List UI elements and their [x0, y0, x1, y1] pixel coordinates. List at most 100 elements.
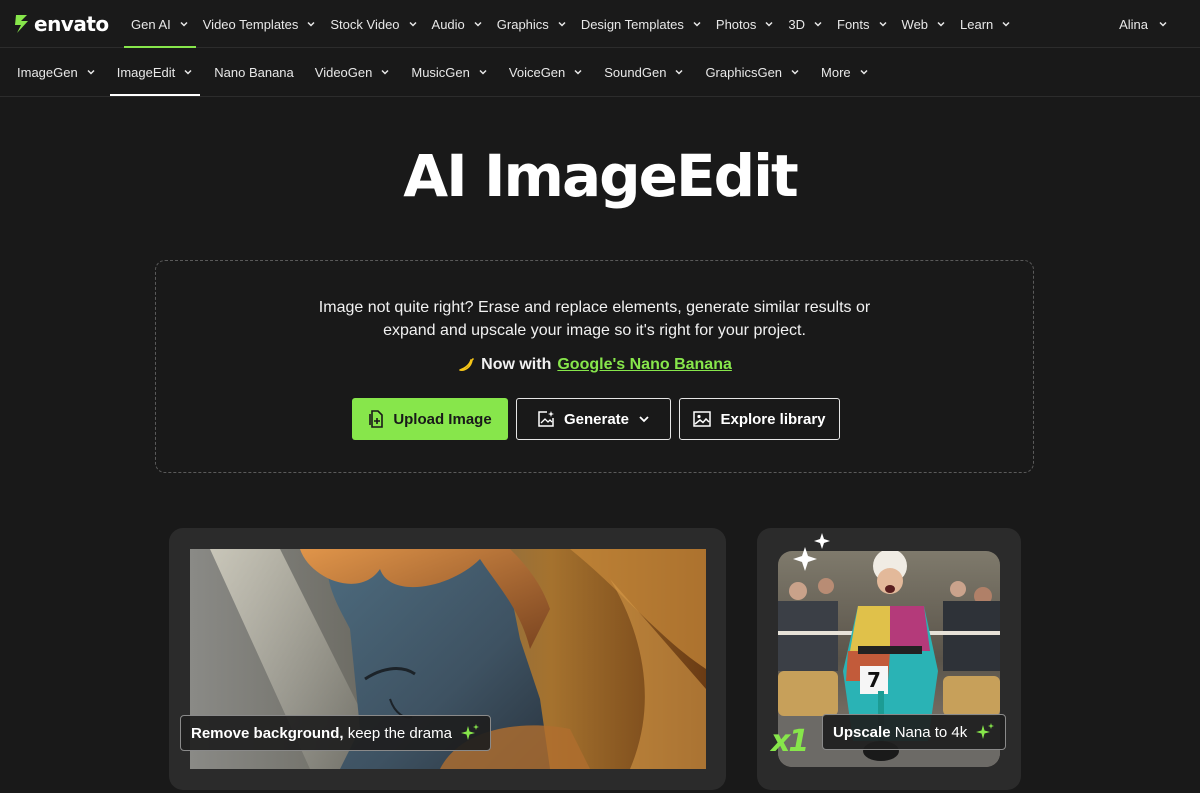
upscale-x1-badge: x1	[771, 724, 809, 759]
nav-item-label: Learn	[960, 16, 994, 32]
caption-bold: Remove background,	[191, 724, 344, 742]
sparkle-icon	[976, 723, 995, 739]
upload-image-label: Upload Image	[393, 410, 492, 428]
subnav-item-imageedit[interactable]: ImageEdit	[109, 48, 201, 96]
upscale-caption: Upscale Nana to 4k	[822, 714, 1007, 750]
chevron-down-icon	[860, 69, 868, 75]
banana-icon	[459, 358, 474, 371]
nav-item-label: Gen AI	[131, 16, 171, 32]
nano-banana-link[interactable]: Google's Nano Banana	[557, 356, 732, 374]
nav-item-label: Video Templates	[202, 16, 299, 32]
user-name: Alina	[1119, 16, 1148, 32]
subnav-item-imagegen[interactable]: ImageGen	[10, 48, 103, 96]
nav-item-web[interactable]: Web	[895, 0, 954, 48]
chevron-down-icon	[474, 21, 482, 27]
subnav-item-label: VideoGen	[314, 64, 373, 80]
subnav-item-label: ImageEdit	[116, 64, 176, 80]
nav-item-3d[interactable]: 3D	[781, 0, 830, 48]
top-navigation-bar: envato Gen AI Video Templates Stock Video A…	[0, 0, 1200, 48]
subnav-item-label: GraphicsGen	[705, 64, 783, 80]
nav-item-audio[interactable]: Audio	[425, 0, 490, 48]
upload-file-icon	[369, 410, 384, 428]
envato-leaf-icon	[15, 15, 28, 33]
subnav-item-label: More	[821, 64, 851, 80]
subnav-item-more[interactable]: More	[814, 48, 876, 96]
chevron-down-icon	[574, 69, 582, 75]
feature-card-upscale[interactable]: 7 x1 Upscale Nana to 4k	[757, 528, 1021, 790]
generate-button[interactable]: Generate	[516, 398, 671, 440]
gen-ai-menu: ImageGen ImageEdit Nano Banana VideoGen Musi…	[10, 48, 883, 96]
feature-card-remove-background[interactable]: Remove background, keep the drama	[169, 528, 726, 790]
subnav-item-soundgen[interactable]: SoundGen	[597, 48, 691, 96]
nano-banana-notice: Now with Google's Nano Banana	[156, 356, 1033, 374]
nav-item-label: Fonts	[837, 16, 870, 32]
sparkle-icon	[460, 724, 479, 740]
chevron-down-icon	[693, 21, 701, 27]
chevron-down-icon	[479, 69, 487, 75]
now-with-label: Now with	[481, 356, 552, 373]
nav-item-design-templates[interactable]: Design Templates	[574, 0, 709, 48]
chevron-down-icon	[765, 21, 773, 27]
chevron-down-icon	[409, 21, 417, 27]
nav-item-label: Photos	[715, 16, 757, 32]
subnav-item-musicgen[interactable]: MusicGen	[404, 48, 495, 96]
chevron-down-icon	[639, 416, 649, 423]
nav-item-graphics[interactable]: Graphics	[490, 0, 574, 48]
hero-description-line-1: Image not quite right? Erase and replace…	[318, 299, 871, 316]
nav-item-learn[interactable]: Learn	[953, 0, 1018, 48]
caption-rest: keep the drama	[343, 724, 452, 742]
envato-logo[interactable]: envato	[13, 12, 109, 36]
nav-item-label: Graphics	[496, 16, 549, 32]
subnav-item-label: MusicGen	[411, 64, 470, 80]
subnav-item-label: ImageGen	[17, 64, 78, 80]
subnav-item-voicegen[interactable]: VoiceGen	[502, 48, 590, 96]
chevron-down-icon	[307, 21, 315, 27]
generate-label: Generate	[563, 410, 630, 428]
nav-item-video-templates[interactable]: Video Templates	[196, 0, 324, 48]
main-menu: Gen AI Video Templates Stock Video Audio Gra…	[124, 0, 1018, 48]
chevron-down-icon	[1159, 21, 1167, 27]
subnav-item-label: SoundGen	[604, 64, 667, 80]
nav-item-label: 3D	[788, 16, 806, 32]
nav-item-fonts[interactable]: Fonts	[830, 0, 895, 48]
caption-bold: Upscale	[833, 723, 891, 741]
chevron-down-icon	[791, 69, 799, 75]
subnav-item-label: Nano Banana	[214, 64, 294, 80]
chevron-down-icon	[814, 21, 822, 27]
upload-dropzone[interactable]: Image not quite right? Erase and replace…	[155, 260, 1034, 473]
chevron-down-icon	[1002, 21, 1010, 27]
subnav-item-graphicsgen[interactable]: GraphicsGen	[698, 48, 807, 96]
gen-ai-subnavigation: ImageGen ImageEdit Nano Banana VideoGen Musi…	[0, 48, 1200, 97]
nav-item-label: Audio	[431, 16, 465, 32]
brand-name: envato	[34, 12, 109, 36]
upload-image-button[interactable]: Upload Image	[352, 398, 508, 440]
subnav-item-label: VoiceGen	[508, 64, 566, 80]
nav-item-photos[interactable]: Photos	[709, 0, 781, 48]
race-number: 7	[867, 668, 881, 692]
explore-library-button[interactable]: Explore library	[679, 398, 840, 440]
chevron-down-icon	[937, 21, 945, 27]
user-menu[interactable]: Alina	[1119, 0, 1168, 48]
explore-library-label: Explore library	[720, 410, 826, 428]
chevron-down-icon	[675, 69, 683, 75]
sparkle-icon	[793, 533, 830, 571]
chevron-down-icon	[381, 69, 389, 75]
hero-description: Image not quite right? Erase and replace…	[156, 296, 1033, 342]
chevron-down-icon	[184, 69, 192, 75]
image-gallery-icon	[693, 411, 712, 427]
chevron-down-icon	[879, 21, 887, 27]
nav-item-stock-video[interactable]: Stock Video	[323, 0, 424, 48]
chevron-down-icon	[558, 21, 566, 27]
subnav-item-videogen[interactable]: VideoGen	[308, 48, 398, 96]
page-title: AI ImageEdit	[403, 142, 798, 210]
hero-description-line-2: expand and upscale your image so it's ri…	[383, 322, 806, 339]
chevron-down-icon	[87, 69, 95, 75]
subnav-item-nano-banana[interactable]: Nano Banana	[207, 48, 301, 96]
caption-rest: Nana to 4k	[890, 723, 968, 741]
nav-item-label: Stock Video	[330, 16, 400, 32]
remove-background-caption: Remove background, keep the drama	[180, 715, 491, 751]
nav-item-gen-ai[interactable]: Gen AI	[124, 0, 196, 48]
action-buttons: Upload Image Generate Explore library	[352, 398, 840, 440]
sparkle-image-icon	[538, 411, 554, 427]
nav-item-label: Web	[901, 16, 929, 32]
